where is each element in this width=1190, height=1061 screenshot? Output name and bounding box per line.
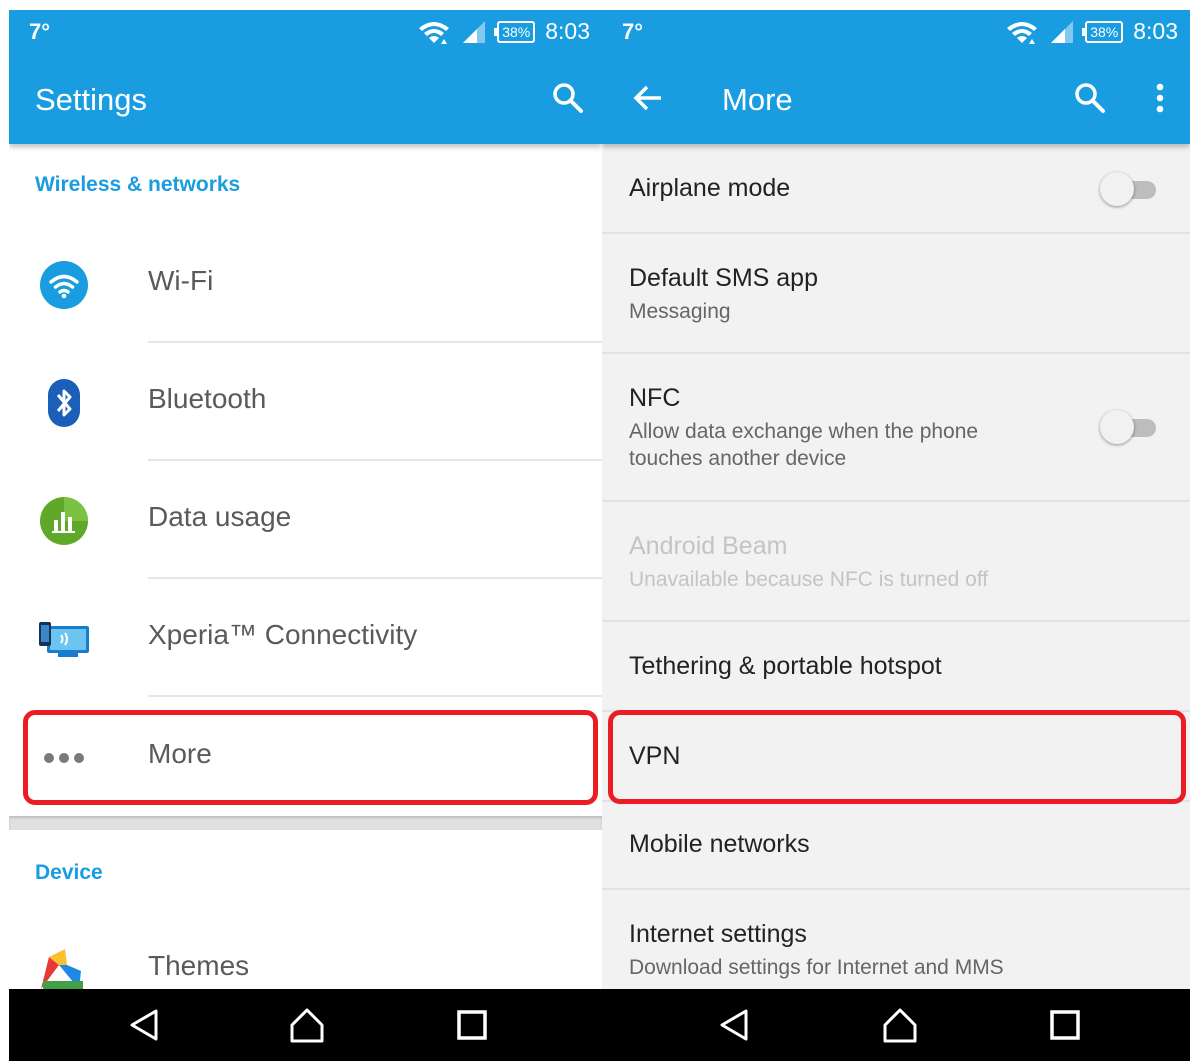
list-item-airplane-mode[interactable]: Airplane mode <box>602 144 1190 234</box>
wifi-signal-icon <box>1007 21 1038 44</box>
recents-nav-button[interactable] <box>452 1005 492 1045</box>
more-screen: 7° 38% 8:03 More Airplane mode Default S… <box>602 10 1190 1061</box>
list-item-mobile-networks[interactable]: Mobile networks <box>602 802 1190 890</box>
page-title: Settings <box>35 82 148 117</box>
item-title: NFC <box>629 384 681 412</box>
more-vert-icon <box>1156 83 1164 113</box>
list-item-android-beam: Android Beam Unavailable because NFC is … <box>602 502 1190 622</box>
search-icon <box>1075 83 1105 113</box>
more-dots-icon <box>44 753 84 763</box>
recents-nav-button[interactable] <box>1045 1005 1085 1045</box>
item-subtitle: Unavailable because NFC is turned off <box>629 568 989 591</box>
settings-item-label: Themes <box>148 950 250 981</box>
item-title: Airplane mode <box>629 174 791 202</box>
overflow-menu-button[interactable] <box>1140 78 1180 118</box>
bluetooth-icon <box>48 379 80 427</box>
settings-app-bar: Settings <box>9 54 602 144</box>
settings-item-label: Bluetooth <box>148 383 267 414</box>
settings-item-data-usage[interactable]: Data usage <box>9 461 602 579</box>
nfc-toggle[interactable] <box>1100 410 1156 446</box>
search-icon <box>553 83 583 113</box>
settings-item-label: More <box>148 738 212 769</box>
status-temperature: 7° <box>622 19 644 44</box>
status-time: 8:03 <box>1133 18 1178 44</box>
airplane-mode-toggle[interactable] <box>1100 172 1156 208</box>
status-temperature: 7° <box>29 19 51 44</box>
item-title: VPN <box>629 742 681 770</box>
item-title: Android Beam <box>629 532 788 560</box>
settings-item-bluetooth[interactable]: Bluetooth <box>9 343 602 461</box>
wifi-icon <box>40 261 88 309</box>
xperia-connectivity-icon <box>39 622 89 657</box>
section-header-device: Device <box>35 861 103 884</box>
section-header-wireless: Wireless & networks <box>35 173 241 196</box>
settings-item-label: Wi-Fi <box>148 265 214 296</box>
item-subtitle: Download settings for Internet and MMS <box>629 956 1004 979</box>
back-nav-button[interactable] <box>124 1005 164 1045</box>
home-nav-button[interactable] <box>287 1005 327 1045</box>
item-title: Internet settings <box>629 920 807 948</box>
settings-item-label: Data usage <box>148 501 292 532</box>
item-subtitle: Allow data exchange when the phone touch… <box>629 420 979 470</box>
list-item-tethering-hotspot[interactable]: Tethering & portable hotspot <box>602 622 1190 712</box>
list-item-nfc[interactable]: NFC Allow data exchange when the phone t… <box>602 354 1190 502</box>
more-app-bar: More <box>602 54 1190 144</box>
home-nav-button[interactable] <box>880 1005 920 1045</box>
battery-indicator: 38% <box>494 20 536 43</box>
page-title: More <box>722 82 793 117</box>
themes-icon <box>41 949 83 993</box>
navigation-bar <box>602 989 1190 1061</box>
navigation-bar <box>9 989 602 1061</box>
data-usage-icon <box>40 497 88 545</box>
search-button[interactable] <box>1070 78 1110 118</box>
item-subtitle: Messaging <box>629 300 731 323</box>
back-nav-button[interactable] <box>714 1005 754 1045</box>
divider <box>148 695 602 697</box>
cell-signal-icon <box>463 20 486 43</box>
status-bar: 7° 38% 8:03 <box>9 10 602 54</box>
battery-indicator: 38% <box>1082 20 1124 43</box>
search-button[interactable] <box>548 78 588 118</box>
list-item-default-sms[interactable]: Default SMS app Messaging <box>602 234 1190 354</box>
item-title: Default SMS app <box>629 264 818 292</box>
settings-screen: 7° 38% 8:03 Settings Wireless & networks… <box>9 10 602 1061</box>
section-separator <box>9 816 602 830</box>
item-title: Tethering & portable hotspot <box>629 652 942 680</box>
status-bar: 7° 38% 8:03 <box>602 10 1190 54</box>
settings-item-xperia-connectivity[interactable]: Xperia™ Connectivity <box>9 579 602 697</box>
settings-item-wifi[interactable]: Wi-Fi <box>9 225 602 343</box>
wifi-signal-icon <box>419 21 450 44</box>
cell-signal-icon <box>1051 20 1074 43</box>
settings-item-label: Xperia™ Connectivity <box>148 619 418 650</box>
settings-item-more[interactable]: More <box>9 698 602 816</box>
arrow-left-icon <box>633 85 661 111</box>
back-button[interactable] <box>628 78 668 118</box>
item-title: Mobile networks <box>629 830 810 858</box>
list-item-vpn[interactable]: VPN <box>602 712 1190 802</box>
status-time: 8:03 <box>545 18 590 44</box>
